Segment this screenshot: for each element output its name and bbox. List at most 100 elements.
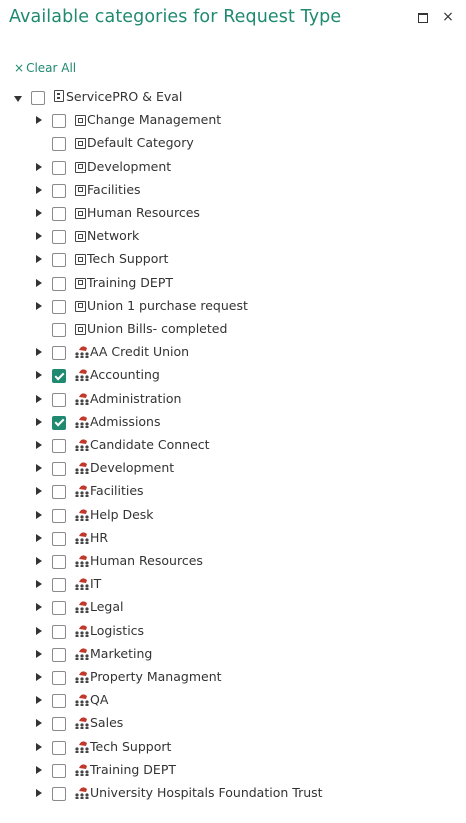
expand-arrow-icon[interactable] [36,278,42,287]
expand-arrow-icon[interactable] [36,255,42,264]
team-item[interactable]: Facilities [0,481,466,503]
expand-arrow-icon[interactable] [36,209,42,217]
checkbox[interactable] [31,91,45,105]
category-item[interactable]: Human Resources [0,203,466,225]
expand-arrow-icon[interactable] [36,348,42,357]
category-item[interactable]: Facilities [0,180,466,202]
expand-arrow-icon[interactable] [36,394,42,403]
checkbox[interactable] [52,508,66,523]
checkbox[interactable] [52,671,66,685]
category-item[interactable]: Development [0,157,466,179]
checkbox[interactable] [52,253,66,268]
checkbox[interactable] [52,717,66,732]
checkbox[interactable] [52,578,66,593]
team-item[interactable]: Marketing [0,644,466,666]
expand-arrow-icon[interactable] [36,765,42,774]
expand-arrow-icon[interactable] [36,441,42,449]
checkbox[interactable] [52,137,66,152]
expand-arrow-icon[interactable] [36,371,42,380]
checkbox[interactable] [52,114,66,129]
tree-item-label: Admissions [90,413,161,429]
team-item[interactable]: University Hospitals Foundation Trust [0,783,466,805]
tree-item-label: Administration [90,390,182,406]
checkbox[interactable] [52,763,66,778]
checkbox[interactable] [52,531,66,546]
checkbox[interactable] [52,485,66,500]
team-item[interactable]: Legal [0,597,466,619]
team-item[interactable]: Property Managment [0,667,466,689]
checkbox[interactable] [52,694,66,709]
checkbox[interactable] [52,624,66,639]
team-item[interactable]: Logistics [0,621,466,643]
team-item[interactable]: Training DEPT [0,760,466,782]
expand-arrow-icon[interactable] [36,533,42,542]
expand-arrow-icon[interactable] [36,696,42,705]
checkbox[interactable] [52,462,66,477]
checkbox[interactable] [52,647,66,662]
maximize-button[interactable] [416,10,430,24]
expand-arrow-icon[interactable] [36,649,42,658]
expand-arrow-icon[interactable] [36,789,42,797]
expand-arrow-icon[interactable] [36,603,42,612]
checkbox[interactable] [52,207,66,221]
checkbox[interactable] [52,601,66,616]
team-item[interactable]: IT [0,574,466,596]
category-item[interactable]: Default Category [0,133,466,155]
expand-arrow-icon[interactable] [36,742,42,751]
clear-all-button[interactable]: × Clear All [14,61,76,75]
expand-arrow-icon[interactable] [36,557,42,565]
team-item[interactable]: Development [0,458,466,480]
tree-root-item[interactable]: ServicePRO & Eval [0,87,466,109]
team-item[interactable]: Help Desk [0,505,466,527]
checkbox[interactable] [52,369,66,384]
expand-arrow-icon[interactable] [36,580,42,589]
expand-arrow-icon[interactable] [36,417,42,426]
expand-arrow-icon[interactable] [36,673,42,681]
checkbox[interactable] [52,415,66,430]
checkbox[interactable] [52,346,66,361]
checkbox[interactable] [52,160,66,175]
expand-arrow-icon[interactable] [36,232,42,241]
expand-arrow-icon[interactable] [36,162,42,171]
close-icon: × [442,9,454,25]
team-item[interactable]: AA Credit Union [0,342,466,364]
team-item[interactable]: Tech Support [0,737,466,759]
team-item[interactable]: Accounting [0,365,466,387]
team-item[interactable]: Sales [0,713,466,735]
expand-arrow-icon[interactable] [36,301,42,310]
team-item[interactable]: HR [0,528,466,550]
checkbox[interactable] [52,439,66,453]
category-item[interactable]: Training DEPT [0,273,466,295]
team-item[interactable]: Human Resources [0,551,466,573]
close-button[interactable]: × [441,10,455,24]
checkbox[interactable] [52,555,66,569]
checkbox[interactable] [52,787,66,801]
expand-arrow-icon[interactable] [36,510,42,519]
checkbox[interactable] [52,740,66,755]
checkbox[interactable] [52,299,66,314]
team-item[interactable]: Candidate Connect [0,435,466,457]
tree-item-label: Network [87,228,140,244]
category-item[interactable]: Change Management [0,110,466,132]
expand-arrow-icon[interactable] [36,464,42,473]
category-item[interactable]: Network [0,226,466,248]
expand-arrow-icon[interactable] [36,487,42,496]
collapse-arrow-icon[interactable] [14,96,22,102]
expand-arrow-icon[interactable] [36,185,42,194]
expand-arrow-icon[interactable] [36,719,42,728]
expand-arrow-icon[interactable] [36,116,42,125]
category-item[interactable]: Union Bills- completed [0,319,466,341]
checkbox[interactable] [52,323,66,337]
checkbox[interactable] [52,276,66,291]
team-item[interactable]: Admissions [0,412,466,434]
team-icon [74,669,90,684]
category-item[interactable]: Tech Support [0,249,466,271]
checkbox[interactable] [52,183,66,198]
tree-item-label: Marketing [90,645,153,661]
checkbox[interactable] [52,230,66,245]
team-item[interactable]: Administration [0,389,466,411]
team-item[interactable]: QA [0,690,466,712]
expand-arrow-icon[interactable] [36,626,42,635]
checkbox[interactable] [52,392,66,407]
category-item[interactable]: Union 1 purchase request [0,296,466,318]
